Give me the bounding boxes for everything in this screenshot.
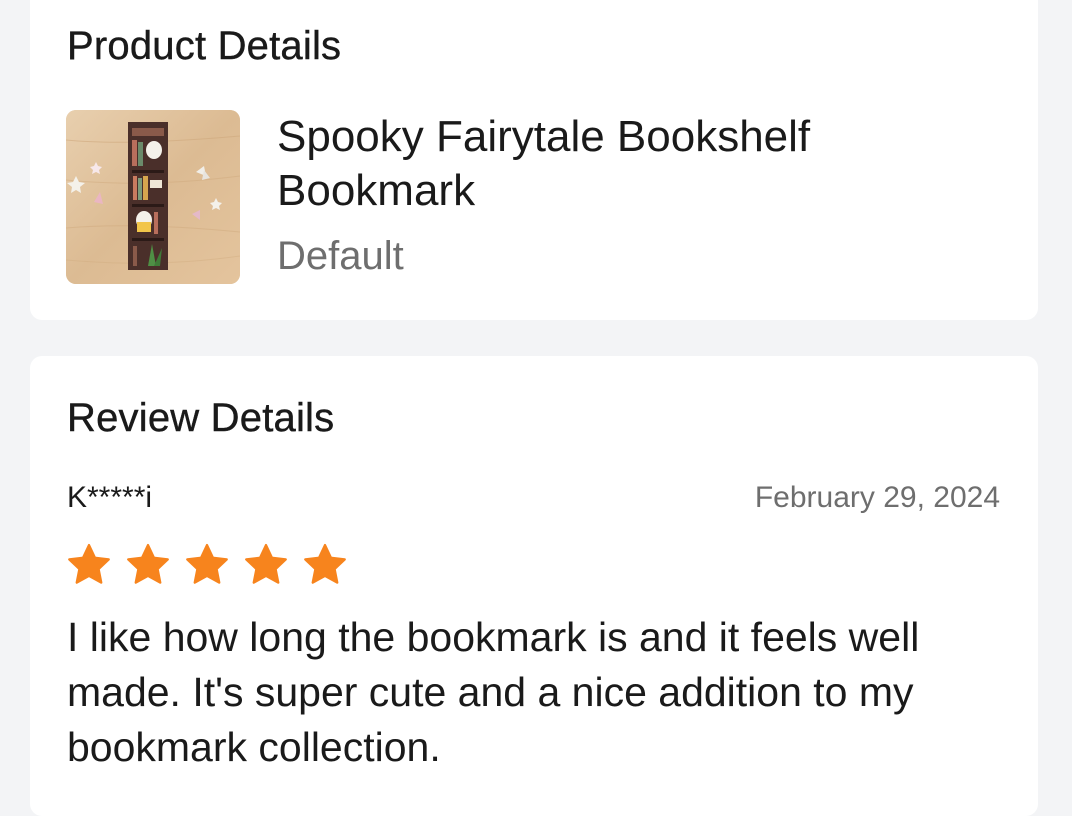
bookmark-photo-image [66,110,240,284]
product-thumbnail[interactable] [66,110,240,284]
star-icon [186,543,228,584]
star-icon [68,543,110,584]
product-details-title: Product Details [67,24,342,68]
reviewer-name: K*****i [67,481,153,514]
star-icon [127,543,169,584]
product-name[interactable]: Spooky Fairytale Bookshelf Bookmark [277,110,917,218]
star-icon [304,543,346,584]
review-details-card: Review Details K*****i February 29, 2024… [30,356,1038,816]
review-details-title: Review Details [67,396,335,440]
review-text: I like how long the bookmark is and it f… [67,614,920,770]
product-details-card: Product Details Spooky Fairytale Bookshe… [30,0,1038,320]
star-icon [245,543,287,584]
review-date: February 29, 2024 [754,481,1000,514]
star-rating [66,542,348,588]
product-variant: Default [277,234,404,278]
